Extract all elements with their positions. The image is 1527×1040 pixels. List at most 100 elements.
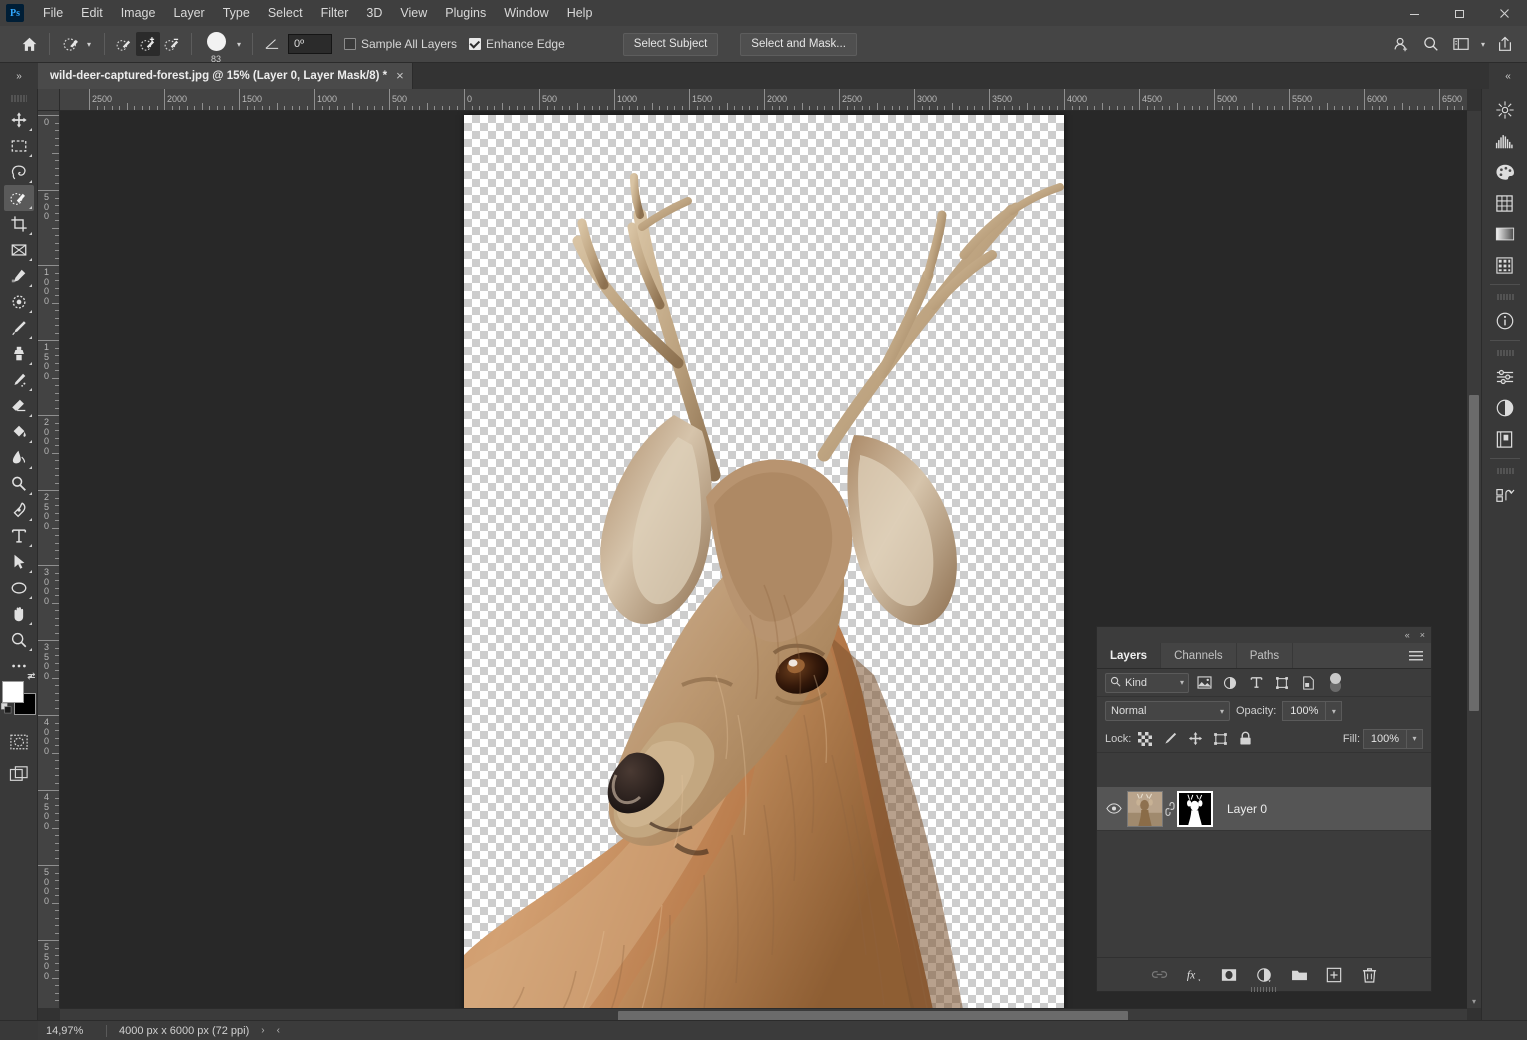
menu-view[interactable]: View: [391, 1, 436, 25]
fill-input[interactable]: 100%: [1363, 728, 1407, 749]
zoom-level[interactable]: 14,97%: [38, 1025, 100, 1037]
menu-image[interactable]: Image: [112, 1, 165, 25]
swatches-icon[interactable]: [1488, 157, 1522, 187]
share-icon[interactable]: [1491, 31, 1519, 57]
home-icon[interactable]: [16, 31, 42, 57]
menu-window[interactable]: Window: [495, 1, 557, 25]
rail-grip-3[interactable]: [1495, 467, 1514, 475]
scroll-down-icon[interactable]: ▾: [1467, 994, 1481, 1008]
menu-help[interactable]: Help: [558, 1, 602, 25]
minimize-icon[interactable]: [1392, 0, 1437, 26]
brush-options-caret-icon[interactable]: ▾: [233, 33, 245, 55]
frame-tool[interactable]: [4, 237, 34, 263]
default-colors-icon[interactable]: [0, 702, 12, 717]
panel-resize-grip[interactable]: [1251, 987, 1277, 992]
properties-icon[interactable]: [1488, 188, 1522, 218]
vertical-scroll-thumb[interactable]: [1469, 395, 1479, 711]
maximize-icon[interactable]: [1437, 0, 1482, 26]
add-person-icon[interactable]: [1387, 31, 1415, 57]
histogram-icon[interactable]: [1488, 126, 1522, 156]
table-row[interactable]: Layer 0: [1097, 787, 1431, 831]
menu-filter[interactable]: Filter: [312, 1, 358, 25]
hand-tool[interactable]: [4, 601, 34, 627]
blend-mode-select[interactable]: Normal ▾: [1105, 701, 1230, 721]
sample-all-layers-option[interactable]: Sample All Layers: [344, 37, 457, 51]
chevron-down-icon[interactable]: ▾: [1180, 678, 1184, 687]
artboard[interactable]: [464, 115, 1064, 1008]
brush-size-preview[interactable]: 83: [199, 27, 233, 64]
adjustments-icon[interactable]: [1488, 362, 1522, 392]
document-tab[interactable]: wild-deer-captured-forest.jpg @ 15% (Lay…: [38, 63, 413, 89]
panel-expand-arrows[interactable]: »: [0, 63, 38, 89]
path-selection-tool[interactable]: [4, 549, 34, 575]
tab-paths[interactable]: Paths: [1237, 643, 1294, 668]
menu-file[interactable]: File: [34, 1, 72, 25]
quick-selection-tool-icon[interactable]: [59, 32, 83, 56]
selection-new-icon[interactable]: [112, 32, 136, 56]
filter-kind-select[interactable]: Kind ▾: [1105, 672, 1189, 693]
selection-add-icon[interactable]: [136, 32, 160, 56]
tool-preset-picker[interactable]: ▾: [57, 32, 97, 56]
layer-mask-thumbnail[interactable]: [1177, 790, 1213, 827]
actions-icon[interactable]: [1488, 480, 1522, 510]
eraser-tool[interactable]: [4, 393, 34, 419]
workspace-icon[interactable]: [1447, 31, 1475, 57]
adobe-color-themes-icon[interactable]: [1488, 95, 1522, 125]
lock-position-icon[interactable]: [1184, 728, 1206, 750]
lock-artboard-nesting-icon[interactable]: [1209, 728, 1231, 750]
panel-collapse-arrows[interactable]: «: [1489, 63, 1527, 89]
filter-shape-icon[interactable]: [1271, 672, 1293, 694]
sample-all-layers-checkbox[interactable]: [344, 38, 356, 50]
zoom-tool[interactable]: [4, 627, 34, 653]
opacity-caret-icon[interactable]: ▾: [1326, 701, 1343, 721]
history-brush-tool[interactable]: [4, 367, 34, 393]
opacity-input[interactable]: 100%: [1282, 701, 1327, 721]
ellipse-tool[interactable]: [4, 575, 34, 601]
link-layers-button[interactable]: [1148, 964, 1170, 986]
blur-tool[interactable]: [4, 445, 34, 471]
lock-all-icon[interactable]: [1234, 728, 1256, 750]
new-adjustment-layer-button[interactable]: [1253, 964, 1275, 986]
close-icon[interactable]: [1482, 0, 1527, 26]
brush-tool[interactable]: [4, 315, 34, 341]
eye-icon[interactable]: [1103, 798, 1125, 820]
filter-type-icon[interactable]: [1245, 672, 1267, 694]
filter-smart-object-icon[interactable]: [1297, 672, 1319, 694]
status-prev-arrow-icon[interactable]: ‹: [277, 1025, 280, 1036]
tab-channels[interactable]: Channels: [1161, 643, 1237, 668]
status-next-arrow-icon[interactable]: ›: [261, 1025, 264, 1036]
layers-list[interactable]: Layer 0: [1097, 787, 1431, 957]
canvas-vertical-scrollbar[interactable]: ▾: [1467, 111, 1481, 1008]
select-and-mask-button[interactable]: Select and Mask...: [740, 32, 857, 56]
horizontal-ruler[interactable]: 2500 2000 1500 1000 500 0 500 1000 1500 2000 2500 3…: [60, 89, 1467, 111]
filter-adjustment-icon[interactable]: [1219, 672, 1241, 694]
new-layer-button[interactable]: [1323, 964, 1345, 986]
filter-enable-toggle[interactable]: [1329, 672, 1342, 694]
close-icon[interactable]: ×: [1420, 630, 1425, 640]
swap-colors-icon[interactable]: ⇄: [27, 671, 35, 682]
pen-tool[interactable]: [4, 497, 34, 523]
toolbar-grip[interactable]: [10, 93, 27, 103]
menu-layer[interactable]: Layer: [164, 1, 213, 25]
angle-input[interactable]: 0º: [288, 34, 332, 54]
enhance-edge-option[interactable]: Enhance Edge: [469, 37, 565, 51]
tab-layers[interactable]: Layers: [1097, 643, 1162, 668]
panel-menu-icon[interactable]: [1409, 643, 1423, 669]
collapse-panel-icon[interactable]: «: [1405, 630, 1410, 640]
filter-pixel-icon[interactable]: [1193, 672, 1215, 694]
eyedropper-tool[interactable]: [4, 263, 34, 289]
crop-tool[interactable]: [4, 211, 34, 237]
tool-preset-caret-icon[interactable]: ▾: [83, 33, 95, 55]
lasso-tool[interactable]: [4, 159, 34, 185]
move-tool[interactable]: [4, 107, 34, 133]
menu-edit[interactable]: Edit: [72, 1, 112, 25]
quick-mask-icon[interactable]: [4, 729, 34, 755]
color-swatches[interactable]: ⇄: [0, 671, 36, 717]
menu-type[interactable]: Type: [214, 1, 259, 25]
fill-caret-icon[interactable]: ▾: [1407, 728, 1423, 749]
new-group-button[interactable]: [1288, 964, 1310, 986]
workspace-caret-icon[interactable]: ▾: [1477, 33, 1489, 55]
dodge-tool[interactable]: [4, 471, 34, 497]
lock-transparent-pixels-icon[interactable]: [1134, 728, 1156, 750]
close-icon[interactable]: ×: [396, 69, 404, 82]
